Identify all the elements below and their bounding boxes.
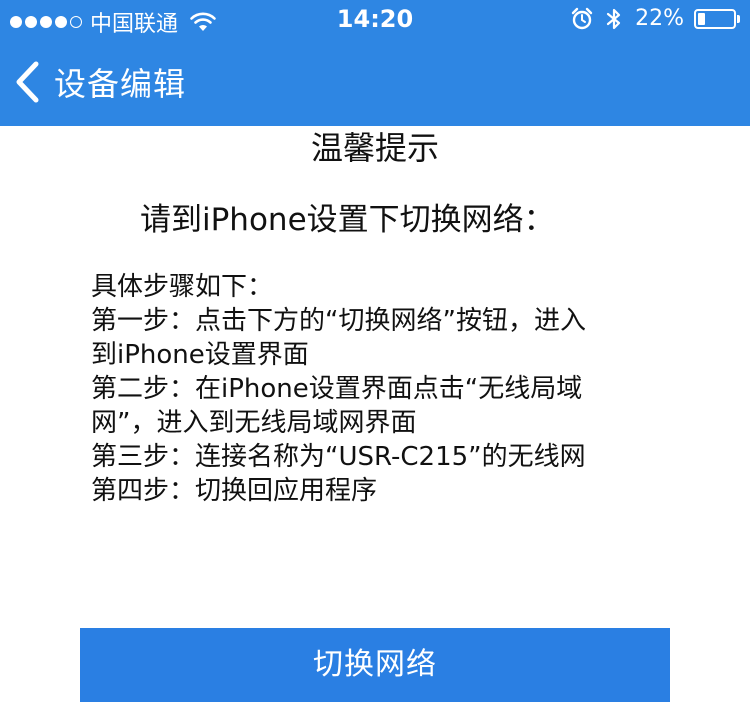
step-line: 第四步：切换回应用程序 xyxy=(91,476,378,506)
status-bar: 中国联通 14:20 22% xyxy=(0,0,750,38)
steps-heading: 具体步骤如下： xyxy=(91,272,274,302)
app-header: 中国联通 14:20 22% 设备编辑 xyxy=(0,0,750,126)
status-bar-right: 22% xyxy=(571,6,740,31)
back-button[interactable]: 设备编辑 xyxy=(14,58,186,106)
navigation-bar: 设备编辑 xyxy=(0,44,750,120)
switch-network-button[interactable]: 切换网络 xyxy=(80,628,670,702)
chevron-left-icon xyxy=(16,61,39,103)
step-line: 第三步：连接名称为“USR-C215”的无线网 xyxy=(91,442,586,472)
steps-list: 具体步骤如下： 第一步：点击下方的“切换网络”按钮，进入 到iPhone设置界面… xyxy=(91,270,651,508)
page-title: 设备编辑 xyxy=(54,65,187,103)
step-line: 到iPhone设置界面 xyxy=(91,340,309,370)
tip-title: 温馨提示 xyxy=(310,129,439,167)
step-line: 网”，进入到无线局域网界面 xyxy=(91,408,417,438)
battery-percentage: 22% xyxy=(635,6,684,31)
step-line: 第二步：在iPhone设置界面点击“无线局域 xyxy=(91,374,583,404)
alarm-icon xyxy=(571,7,593,29)
instruction-text: 请到iPhone设置下切换网络： xyxy=(140,202,555,238)
bluetooth-icon xyxy=(606,8,621,29)
battery-icon xyxy=(694,8,740,30)
step-line: 第一步：点击下方的“切换网络”按钮，进入 xyxy=(91,306,586,336)
